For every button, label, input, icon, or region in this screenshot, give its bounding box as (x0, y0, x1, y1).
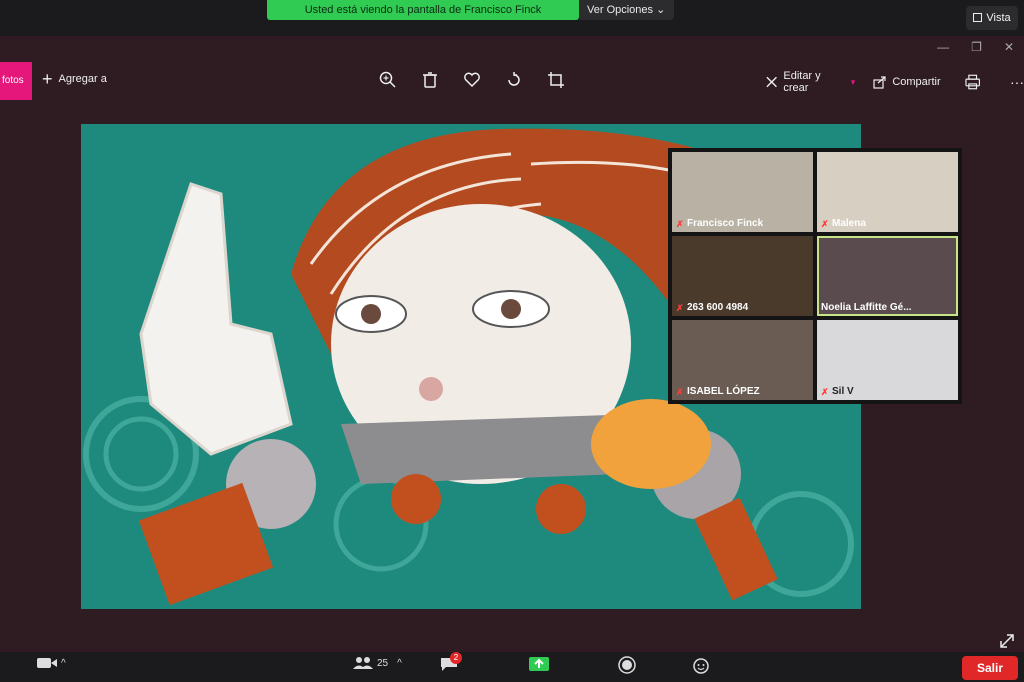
chat-unread-badge: 2 (450, 652, 462, 664)
photos-tab-label: fotos (2, 75, 24, 86)
edit-create-button[interactable]: Editar y crear ▾ (765, 70, 855, 94)
muted-mic-icon: ✗ (821, 218, 829, 229)
participant-tile[interactable]: ✗ Sil V (817, 320, 958, 400)
exit-meeting-button[interactable]: Salir (962, 656, 1018, 680)
heart-icon[interactable] (462, 70, 482, 90)
zoom-in-icon[interactable] (378, 70, 398, 90)
participant-gallery: ✗ Francisco Finck ✗ Malena ✗ 263 600 4984 N… (668, 148, 962, 404)
grid-icon (973, 13, 983, 22)
zoom-top-bar: Usted está viendo la pantalla de Francis… (0, 0, 1024, 36)
share-screen-button[interactable] (528, 656, 550, 672)
vista-label: Vista (986, 12, 1011, 24)
reactions-icon (693, 658, 709, 674)
add-to-label: Agregar a (58, 73, 107, 85)
participant-tile[interactable]: ✗ Francisco Finck (672, 152, 813, 232)
zoom-bottom-bar: ^ 25 ^ 2 Salir (0, 652, 1024, 682)
plus-icon: + (42, 69, 53, 89)
participants-count: 25 (377, 657, 389, 669)
share-icon (873, 76, 886, 89)
edit-icon (766, 76, 777, 88)
view-options-label: Ver Opciones (587, 4, 654, 16)
right-toolbar: Editar y crear ▾ Compartir ··· (765, 70, 1024, 94)
print-icon[interactable] (965, 74, 980, 90)
participant-tile[interactable]: ✗ 263 600 4984 (672, 236, 813, 316)
record-button[interactable] (618, 656, 636, 674)
participant-name: ✗ Sil V (821, 386, 854, 397)
rotate-icon[interactable] (504, 70, 524, 90)
add-to-button[interactable]: + Agregar a (42, 70, 107, 88)
chevron-up-icon: ^ (397, 657, 402, 669)
participant-tile-active-speaker[interactable]: Noelia Laffitte Gé... (817, 236, 958, 316)
muted-mic-icon: ✗ (676, 218, 684, 229)
minimize-icon[interactable]: — (937, 40, 949, 54)
share-button[interactable]: Compartir (873, 75, 941, 89)
share-banner: Usted está viendo la pantalla de Francis… (267, 0, 579, 20)
window-controls: — ❐ ✕ (937, 40, 1014, 54)
view-options-button[interactable]: Ver Opciones ⌄ (579, 0, 674, 20)
chevron-down-icon: ▾ (850, 76, 856, 87)
restore-icon[interactable]: ❐ (971, 40, 982, 54)
record-icon (618, 656, 636, 674)
reactions-button[interactable] (692, 656, 710, 674)
vista-button[interactable]: Vista (966, 6, 1018, 30)
video-camera-icon (37, 658, 57, 668)
participant-tile[interactable]: ✗ Malena (817, 152, 958, 232)
trash-icon[interactable] (420, 70, 440, 90)
image-tools (378, 70, 566, 90)
chevron-down-icon: ⌄ (656, 4, 666, 16)
participants-icon (353, 657, 373, 669)
participants-button[interactable]: 25 ^ (352, 656, 402, 670)
share-label: Compartir (892, 76, 941, 88)
close-icon[interactable]: ✕ (1004, 40, 1014, 54)
video-button[interactable]: ^ (36, 656, 66, 670)
muted-mic-icon: ✗ (676, 302, 684, 313)
participant-name: Noelia Laffitte Gé... (821, 302, 912, 313)
muted-mic-icon: ✗ (676, 386, 684, 397)
muted-mic-icon: ✗ (821, 386, 829, 397)
crop-icon[interactable] (546, 70, 566, 90)
photos-tab[interactable]: fotos (0, 62, 32, 100)
chat-button[interactable]: 2 (440, 652, 462, 672)
share-screen-icon (529, 657, 549, 671)
participant-name: ✗ Malena (821, 218, 866, 229)
participant-name: ✗ 263 600 4984 (676, 302, 749, 313)
expand-icon[interactable] (998, 632, 1016, 650)
participant-tile[interactable]: ✗ ISABEL LÓPEZ (672, 320, 813, 400)
participant-name: ✗ ISABEL LÓPEZ (676, 386, 760, 397)
participant-name: ✗ Francisco Finck (676, 218, 764, 229)
edit-create-label: Editar y crear (783, 70, 821, 94)
more-options-icon[interactable]: ··· (1010, 74, 1024, 90)
chevron-up-icon: ^ (61, 657, 66, 669)
